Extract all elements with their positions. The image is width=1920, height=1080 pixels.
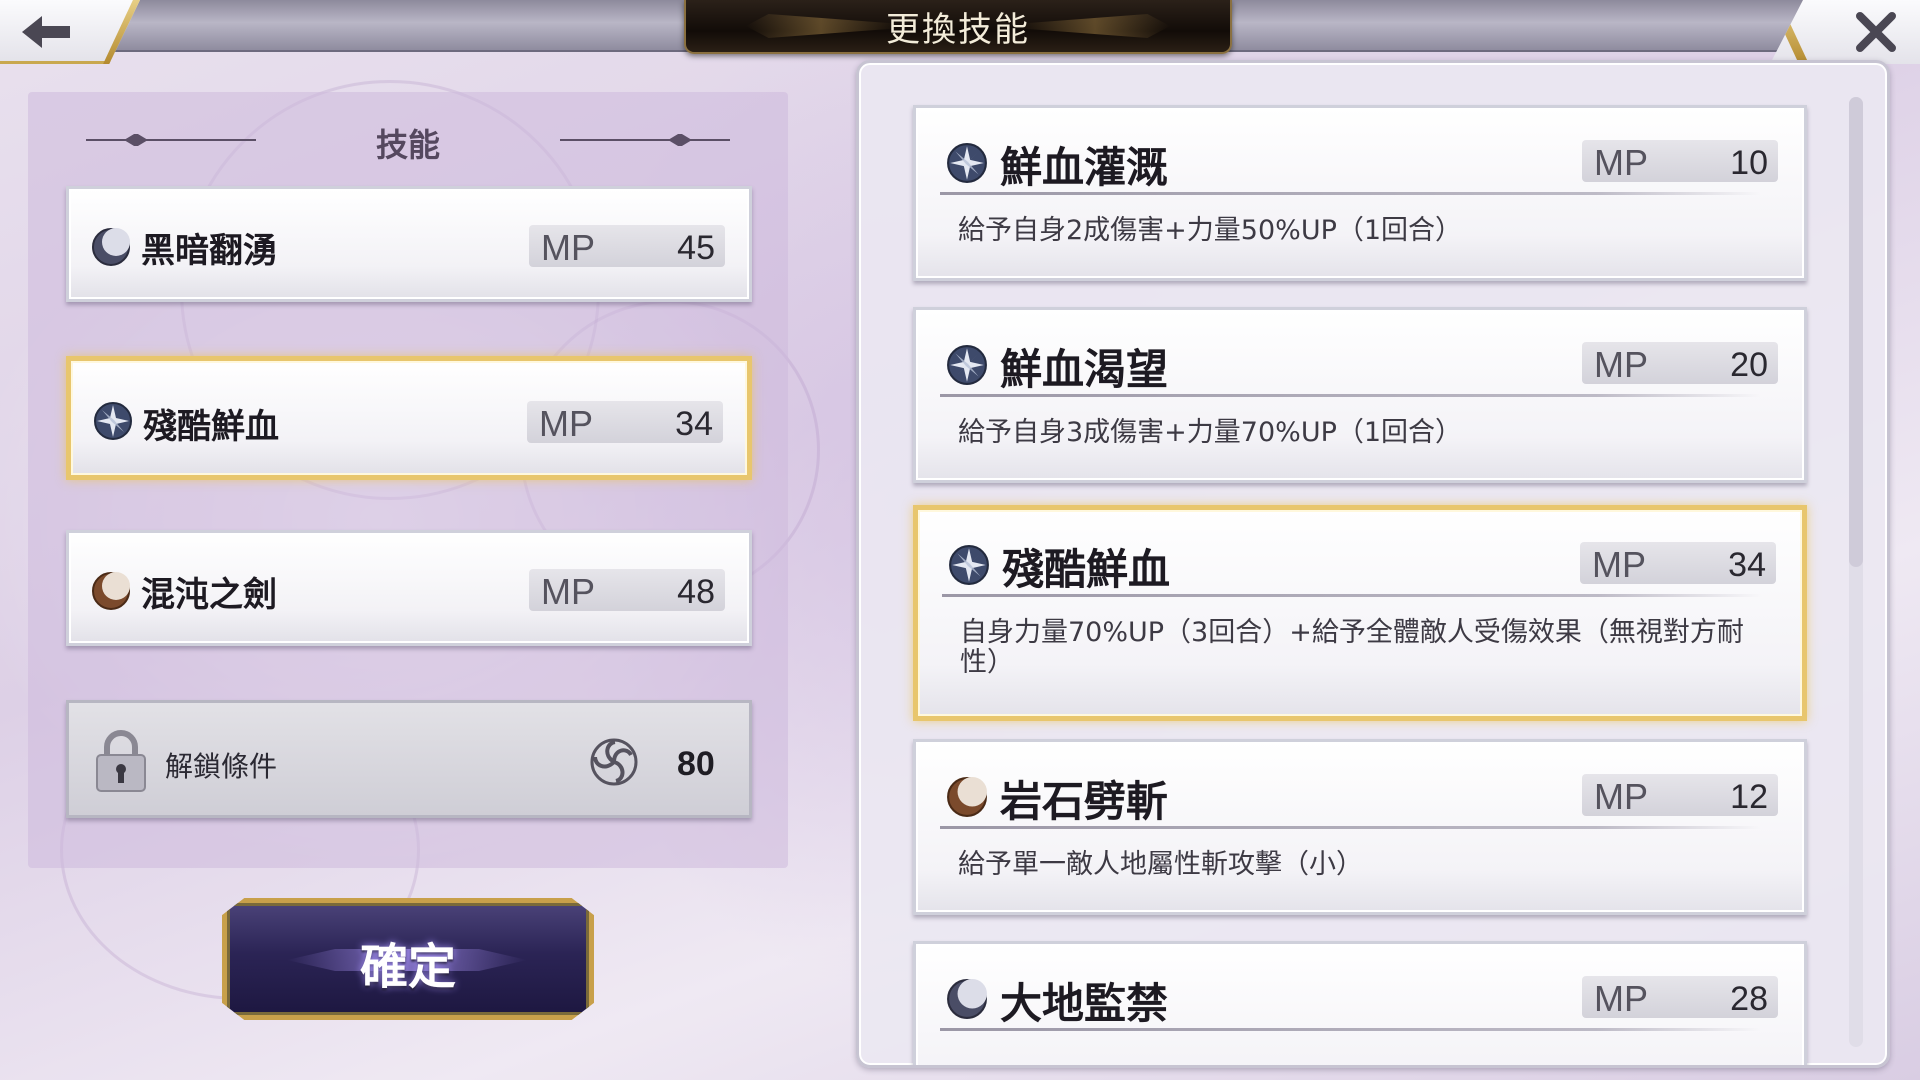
mp-value: 20 bbox=[1730, 346, 1768, 384]
skill-name: 殘酷鮮血 bbox=[1002, 545, 1171, 594]
mp-label: MP bbox=[1594, 978, 1648, 1019]
mp-label: MP bbox=[541, 571, 595, 612]
compass-star-icon bbox=[94, 402, 132, 440]
mp-value: 10 bbox=[1730, 144, 1768, 182]
skill-name: 混沌之劍 bbox=[141, 575, 277, 615]
mp-label: MP bbox=[1594, 344, 1648, 385]
skill-description: 給予自身2成傷害+力量50%UP（1回合） bbox=[958, 215, 1463, 246]
mp-cost-box: MP 34 bbox=[1580, 542, 1776, 585]
equipped-skills-header: 技能 bbox=[28, 114, 788, 164]
title-plate: 更換技能 bbox=[684, 0, 1232, 54]
confirm-button[interactable]: 確定 bbox=[222, 898, 594, 1020]
divider bbox=[940, 192, 1760, 195]
mp-label: MP bbox=[541, 227, 595, 268]
locked-skill-slot[interactable]: 解鎖條件 80 bbox=[66, 700, 752, 818]
mp-cost-box: MP 10 bbox=[1582, 140, 1778, 183]
skill-name: 鮮血渴望 bbox=[1000, 345, 1169, 394]
mp-label: MP bbox=[1594, 776, 1648, 817]
compass-star-icon bbox=[947, 143, 987, 183]
skill-card-2[interactable]: 鮮血渴望 MP 20 給予自身3成傷害+力量70%UP（1回合） bbox=[913, 307, 1807, 483]
mp-value: 48 bbox=[677, 573, 715, 611]
divider bbox=[940, 1028, 1760, 1031]
equipped-skill-slot-2[interactable]: 殘酷鮮血 MP 34 bbox=[66, 356, 752, 480]
skill-card-3[interactable]: 殘酷鮮血 MP 34 自身力量70%UP（3回合）+給予全體敵人受傷效果（無視對… bbox=[913, 505, 1807, 721]
ornament-divider-icon bbox=[560, 134, 730, 146]
mp-value: 34 bbox=[675, 405, 713, 443]
equipped-skill-slot-3[interactable]: 混沌之劍 MP 48 bbox=[66, 530, 752, 646]
divider bbox=[942, 594, 1762, 597]
mp-cost-box: MP 48 bbox=[529, 569, 725, 612]
skill-card-1[interactable]: 鮮血灌溉 MP 10 給予自身2成傷害+力量50%UP（1回合） bbox=[913, 105, 1807, 281]
equipped-skills-panel: 技能 黑暗翻湧 MP 45 殘酷鮮血 MP 34 混沌之劍 MP 48 解鎖條件… bbox=[28, 92, 788, 868]
mp-value: 34 bbox=[1728, 546, 1766, 584]
scrollbar-track[interactable] bbox=[1849, 97, 1863, 1047]
unlock-cost: 80 bbox=[677, 745, 715, 783]
mp-value: 28 bbox=[1730, 980, 1768, 1018]
skill-name: 殘酷鮮血 bbox=[143, 407, 279, 447]
back-button[interactable] bbox=[0, 0, 140, 64]
earth-moon-icon bbox=[947, 777, 987, 817]
mp-label: MP bbox=[539, 403, 593, 444]
skill-name: 大地監禁 bbox=[1000, 979, 1169, 1028]
left-arrow-icon bbox=[22, 16, 70, 48]
earth-moon-icon bbox=[92, 572, 130, 610]
divider bbox=[940, 394, 1760, 397]
skill-description: 給予單一敵人地屬性斬攻擊（小） bbox=[958, 849, 1363, 880]
mp-value: 45 bbox=[677, 229, 715, 267]
skill-card-4[interactable]: 岩石劈斬 MP 12 給予單一敵人地屬性斬攻擊（小） bbox=[913, 739, 1807, 915]
confirm-label: 確定 bbox=[359, 939, 456, 995]
mp-cost-box: MP 20 bbox=[1582, 342, 1778, 385]
equipped-skill-slot-1[interactable]: 黑暗翻湧 MP 45 bbox=[66, 186, 752, 302]
mp-cost-box: MP 34 bbox=[527, 401, 723, 444]
skill-name: 黑暗翻湧 bbox=[141, 231, 277, 271]
skill-list[interactable]: 鮮血灌溉 MP 10 給予自身2成傷害+力量50%UP（1回合） 鮮血渴望 MP… bbox=[859, 63, 1887, 1065]
dark-moon-icon bbox=[92, 228, 130, 266]
dark-moon-icon bbox=[947, 979, 987, 1019]
divider bbox=[940, 826, 1760, 829]
compass-star-icon bbox=[947, 345, 987, 385]
mp-cost-box: MP 45 bbox=[529, 225, 725, 268]
skill-card-5[interactable]: 大地監禁 MP 28 bbox=[913, 941, 1807, 1065]
skill-description: 給予自身3成傷害+力量70%UP（1回合） bbox=[958, 417, 1463, 448]
skill-list-panel: 鮮血灌溉 MP 10 給予自身2成傷害+力量50%UP（1回合） 鮮血渴望 MP… bbox=[856, 60, 1890, 1068]
mp-cost-box: MP 28 bbox=[1582, 976, 1778, 1019]
mp-label: MP bbox=[1594, 142, 1648, 183]
swirl-token-icon bbox=[590, 738, 638, 786]
close-x-icon bbox=[1856, 12, 1896, 52]
unlock-condition-label: 解鎖條件 bbox=[165, 750, 278, 783]
lock-icon bbox=[96, 730, 146, 792]
mp-cost-box: MP 12 bbox=[1582, 774, 1778, 817]
page-title: 更換技能 bbox=[886, 9, 1030, 50]
scrollbar-thumb[interactable] bbox=[1849, 97, 1863, 567]
compass-star-icon bbox=[949, 545, 989, 585]
mp-label: MP bbox=[1592, 544, 1646, 585]
skill-name: 岩石劈斬 bbox=[1000, 777, 1169, 826]
skill-name: 鮮血灌溉 bbox=[1000, 143, 1169, 192]
skill-description: 自身力量70%UP（3回合）+給予全體敵人受傷效果（無視對方耐性） bbox=[960, 617, 1744, 678]
mp-value: 12 bbox=[1730, 778, 1768, 816]
